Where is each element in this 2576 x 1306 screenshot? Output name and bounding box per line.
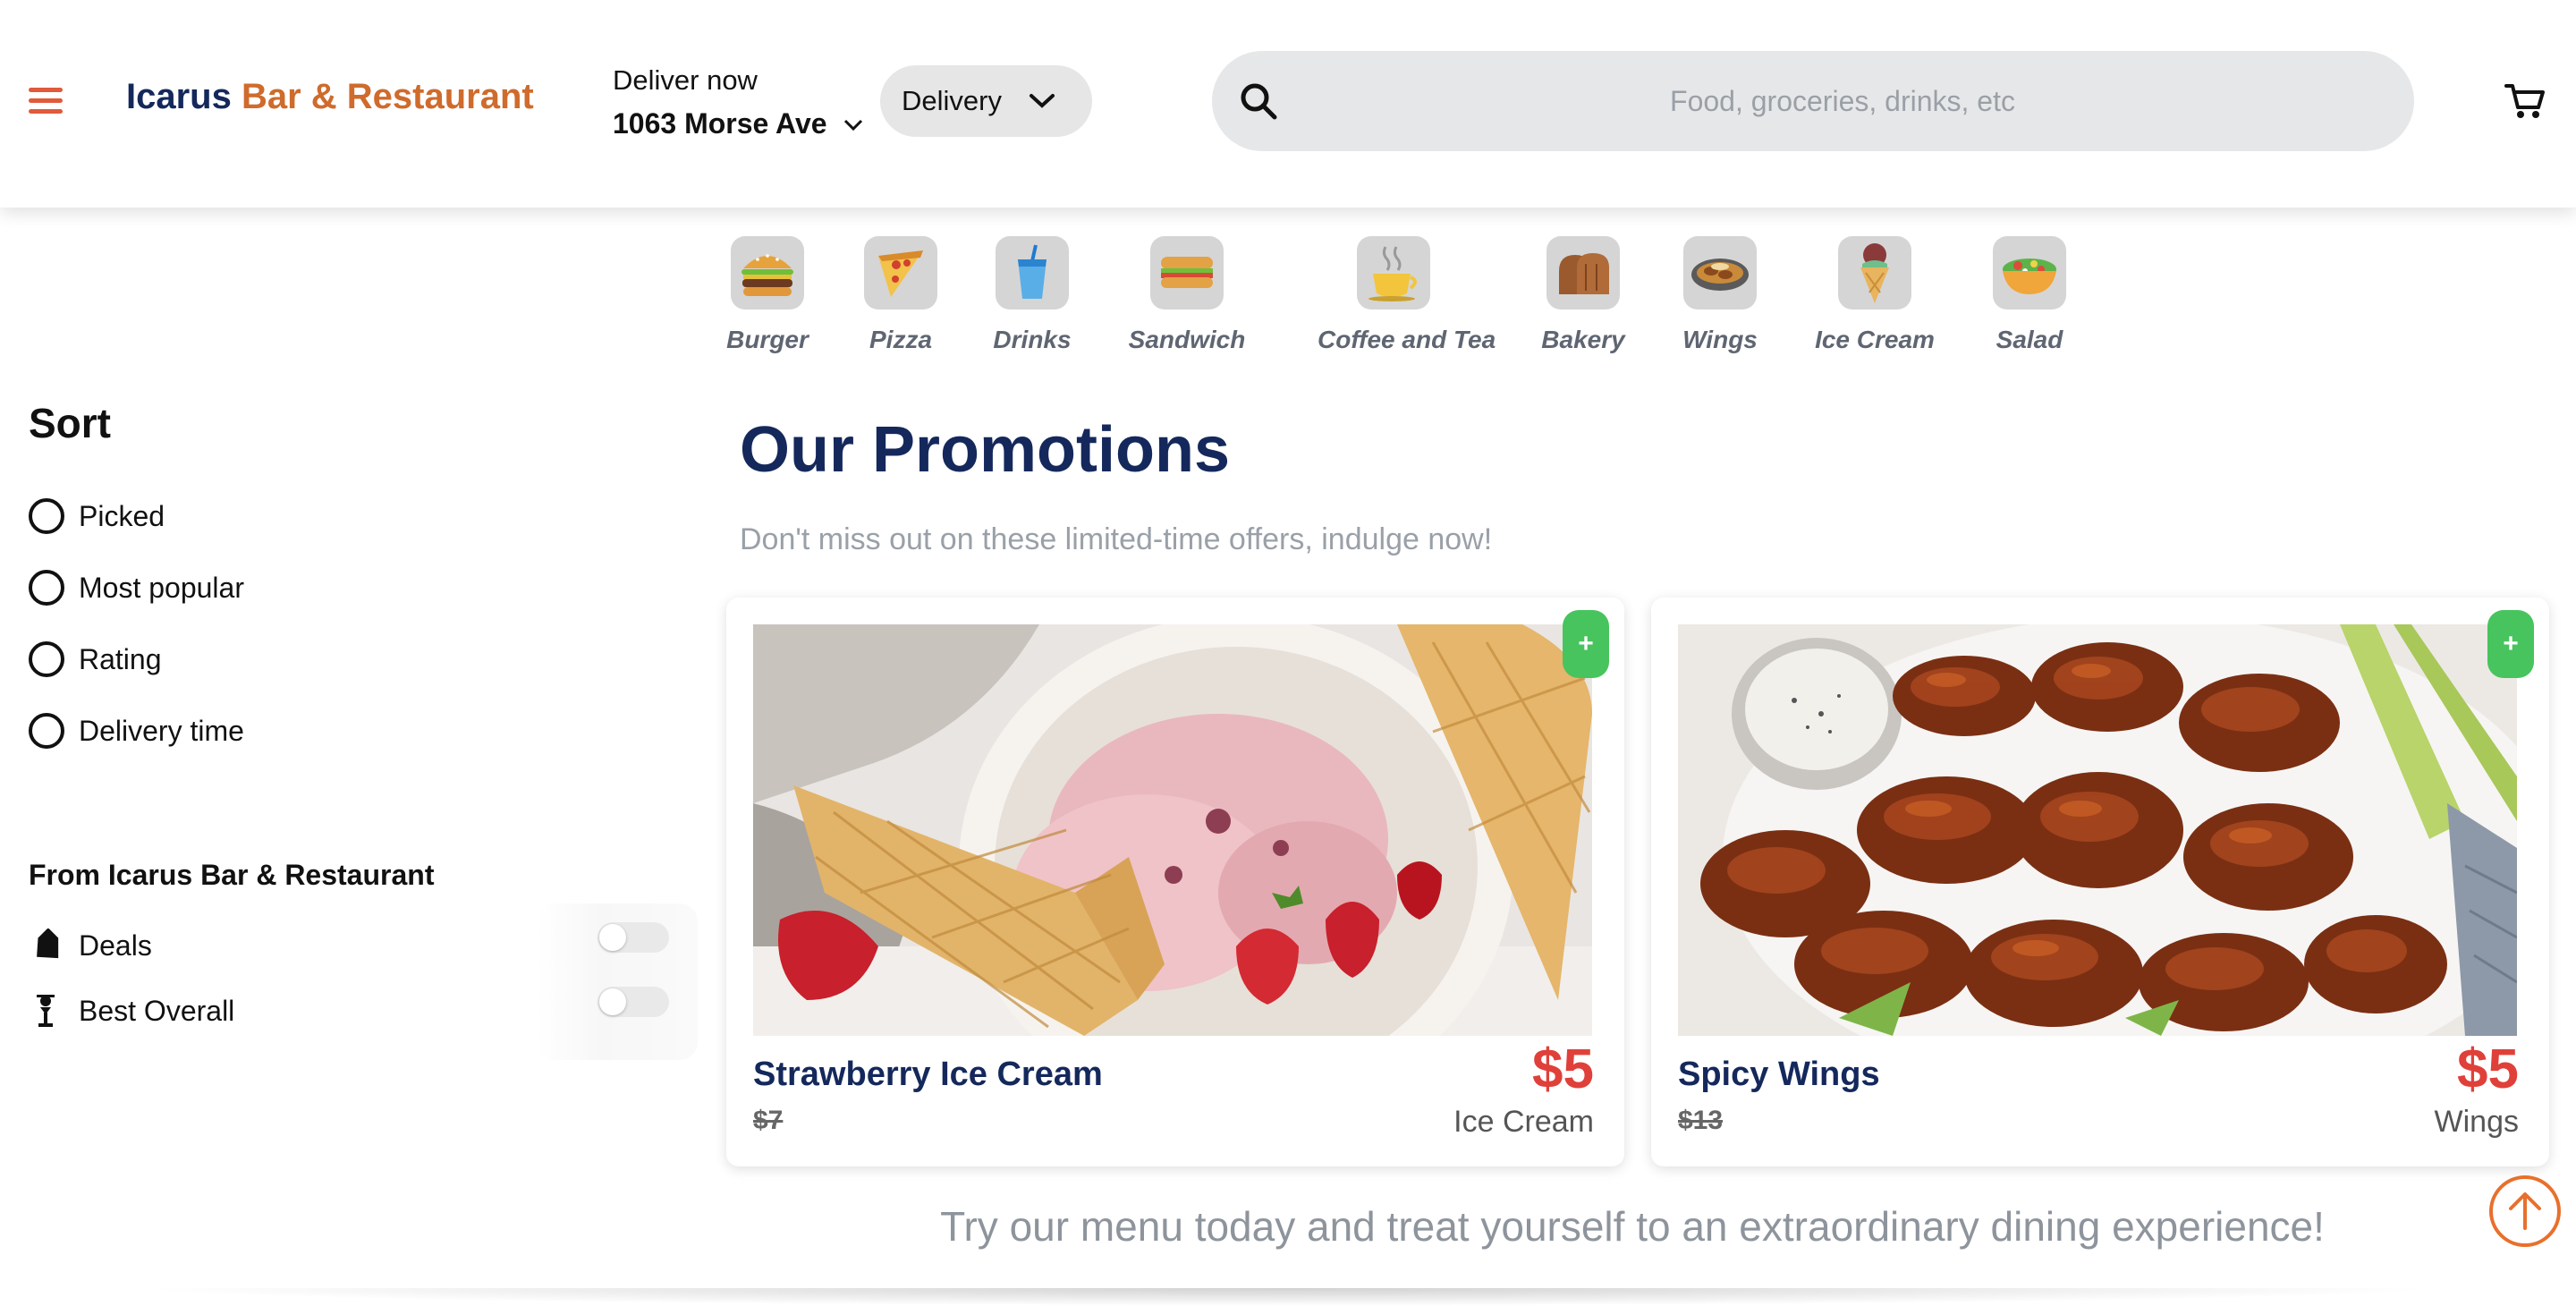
radio-button[interactable] — [29, 570, 64, 606]
radio-button[interactable] — [29, 641, 64, 677]
filter-label: Best Overall — [79, 994, 235, 1027]
radio-button[interactable] — [29, 713, 64, 749]
category-label: Sandwich — [1128, 326, 1246, 353]
strawberry-ice-cream-image — [753, 624, 1592, 1036]
cart-icon[interactable] — [2504, 82, 2546, 120]
promo-old-price: $13 — [1678, 1106, 1724, 1135]
brand-logo[interactable]: Icarus Bar & Restaurant — [126, 77, 534, 117]
category-drinks[interactable]: Drinks — [956, 236, 1108, 354]
promotions-subtitle: Don't miss out on these limited-time off… — [740, 522, 1493, 556]
chevron-down-icon — [1029, 94, 1055, 108]
deals-toggle[interactable] — [597, 922, 669, 953]
promo-tagline: Try our menu today and treat yourself to… — [940, 1203, 2325, 1250]
category-wings[interactable]: Wings — [1644, 236, 1796, 354]
sort-option-delivery-time[interactable]: Delivery time — [29, 713, 244, 749]
address-selector[interactable]: 1063 Morse Ave — [613, 106, 863, 140]
filter-label: Deals — [79, 929, 152, 962]
search-input[interactable] — [1292, 51, 2393, 151]
promo-card-spicy-wings[interactable]: + Spicy Wings $13 $5 Wings — [1651, 598, 2549, 1166]
deliver-now-label: Deliver now — [613, 64, 758, 96]
sort-option-label: Most popular — [79, 571, 244, 604]
promo-category: Wings — [2434, 1105, 2519, 1139]
category-bakery[interactable]: Bakery — [1507, 236, 1659, 354]
add-to-cart-button[interactable]: + — [2487, 610, 2534, 678]
promo-price: $5 — [2457, 1039, 2519, 1100]
search-bar — [1212, 51, 2414, 151]
filter-best-overall: Best Overall — [29, 993, 673, 1029]
wings-icon — [1683, 236, 1757, 310]
category-label: Ice Cream — [1815, 326, 1935, 353]
scroll-to-top-button[interactable] — [2489, 1175, 2561, 1247]
delivery-mode-dropdown[interactable]: Delivery — [880, 65, 1092, 137]
chevron-down-icon — [843, 106, 863, 139]
category-label: Drinks — [993, 326, 1072, 353]
category-sandwich[interactable]: Sandwich — [1111, 236, 1263, 354]
promo-price: $5 — [1532, 1039, 1594, 1100]
promo-old-price: $7 — [753, 1106, 784, 1135]
arrow-up-icon — [2509, 1192, 2541, 1230]
brand-name-part2: Bar & Restaurant — [241, 77, 534, 116]
drink-icon — [996, 236, 1069, 310]
hamburger-icon[interactable] — [29, 88, 63, 114]
category-burger[interactable]: Burger — [691, 236, 843, 354]
radio-button[interactable] — [29, 498, 64, 534]
sort-option-most-popular[interactable]: Most popular — [29, 570, 244, 606]
tag-icon — [29, 929, 63, 963]
ice-cream-icon — [1838, 236, 1911, 310]
pizza-icon — [864, 236, 937, 310]
sort-option-label: Picked — [79, 499, 165, 532]
sandwich-icon — [1150, 236, 1224, 310]
salad-icon — [1993, 236, 2066, 310]
coffee-icon — [1357, 236, 1430, 310]
search-icon[interactable] — [1239, 81, 1278, 121]
brand-name-part1: Icarus — [126, 77, 232, 116]
award-icon — [29, 993, 63, 1029]
sort-title: Sort — [29, 400, 111, 446]
address-text: 1063 Morse Ave — [613, 107, 827, 140]
category-label: Wings — [1682, 326, 1758, 353]
promo-item-name: Strawberry Ice Cream — [753, 1056, 1103, 1093]
promo-card-strawberry-ice-cream[interactable]: + Strawberry Ice Cream $7 $5 Ice Cream — [726, 598, 1624, 1166]
top-header: Icarus Bar & Restaurant Deliver now 1063… — [0, 0, 2576, 208]
category-coffee-tea[interactable]: Coffee and Tea — [1318, 236, 1496, 354]
category-ice-cream[interactable]: Ice Cream — [1799, 236, 1951, 354]
promotions-title: Our Promotions — [740, 414, 1231, 486]
restaurant-filter-title: From Icarus Bar & Restaurant — [29, 859, 435, 891]
promo-item-name: Spicy Wings — [1678, 1056, 1880, 1093]
spicy-wings-image — [1678, 624, 2517, 1036]
bread-icon — [1546, 236, 1620, 310]
promo-category: Ice Cream — [1453, 1105, 1594, 1139]
sort-option-label: Delivery time — [79, 714, 244, 747]
filter-deals: Deals — [29, 929, 673, 963]
category-label: Salad — [1996, 326, 2063, 353]
category-salad[interactable]: Salad — [1953, 236, 2106, 354]
add-to-cart-button[interactable]: + — [1563, 610, 1609, 678]
sort-option-rating[interactable]: Rating — [29, 641, 162, 677]
category-label: Bakery — [1541, 326, 1625, 353]
category-label: Burger — [726, 326, 809, 353]
footer-shadow — [134, 1288, 2442, 1306]
category-pizza[interactable]: Pizza — [825, 236, 977, 354]
burger-icon — [731, 236, 804, 310]
category-label: Pizza — [869, 326, 933, 353]
delivery-mode-label: Delivery — [902, 85, 1002, 116]
category-label: Coffee and Tea — [1318, 326, 1496, 353]
sort-option-label: Rating — [79, 642, 162, 675]
sort-option-picked[interactable]: Picked — [29, 498, 165, 534]
best-overall-toggle[interactable] — [597, 987, 669, 1017]
